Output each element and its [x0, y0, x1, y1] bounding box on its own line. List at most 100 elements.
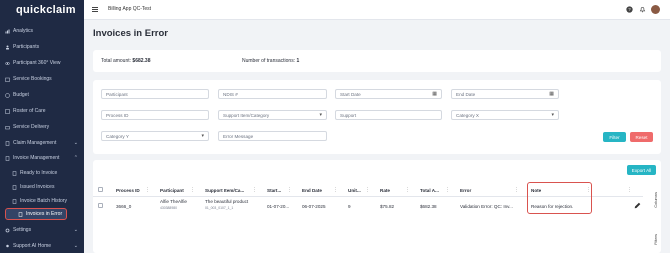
column-header-participant[interactable]: Participant — [160, 188, 184, 193]
column-menu-icon[interactable]: ⋮ — [365, 187, 370, 193]
column-menu-icon[interactable]: ⋮ — [252, 187, 257, 193]
participant-input[interactable]: Participant — [101, 89, 209, 99]
delivery-icon — [5, 125, 10, 129]
sidebar-item-invoices-in-error[interactable]: Invoices in Error — [5, 208, 67, 220]
cell-participant-number: 430388980 — [160, 206, 177, 210]
export-all-button[interactable]: Export All — [627, 165, 656, 175]
category-x-select[interactable]: Category X ▾ — [451, 110, 559, 120]
cell-total: $682.38 — [420, 204, 437, 209]
sidebar-item-budget[interactable]: Budget — [0, 89, 84, 101]
claim-icon — [5, 140, 10, 146]
sidebar-item-label: Invoices in Error — [26, 211, 63, 217]
budget-icon — [5, 92, 10, 98]
total-amount-value: $682.38 — [132, 58, 151, 64]
top-bar: Billing App QC-Test ? — [84, 0, 670, 20]
column-menu-icon[interactable]: ⋮ — [514, 187, 519, 193]
invoice-icon — [5, 155, 10, 161]
sidebar-item-label: Ready to Invoice — [20, 170, 58, 176]
support-input[interactable]: Support — [335, 110, 442, 120]
sidebar-item-participants[interactable]: Participants — [0, 41, 84, 53]
doc-icon — [12, 184, 17, 190]
column-menu-icon[interactable]: ⋮ — [287, 187, 292, 193]
doc-icon — [18, 211, 23, 217]
sidebar-item-label: Invoice Batch History — [20, 198, 67, 204]
app-title: Billing App QC-Test — [108, 6, 152, 12]
sidebar-item-label: Invoice Management — [13, 155, 60, 161]
columns-side-tab[interactable]: Columns — [653, 192, 658, 208]
avatar[interactable] — [651, 5, 660, 14]
filter-button[interactable]: Filter — [603, 132, 626, 142]
sidebar-item-service-bookings[interactable]: Service Bookings — [0, 73, 84, 85]
filters-side-tab[interactable]: Filters — [653, 234, 658, 245]
sidebar-item-analytics[interactable]: Analytics — [0, 25, 84, 37]
bell-icon[interactable] — [639, 6, 646, 13]
sidebar-item-label: Participants — [13, 44, 40, 50]
analytics-icon — [5, 29, 10, 33]
support-icon — [6, 244, 9, 247]
summary-panel: Total amount: $682.38 Number of transact… — [93, 50, 661, 72]
process-id-input[interactable]: Process ID — [101, 110, 209, 120]
column-header-start[interactable]: Start... — [267, 188, 281, 193]
start-date-input[interactable]: Start Date ▦ — [335, 89, 442, 99]
sidebar-item-invoice-batch-history[interactable]: Invoice Batch History — [0, 195, 84, 207]
sidebar-item-service-delivery[interactable]: Service Delivery — [0, 121, 84, 133]
dropdown-arrow-icon: ▾ — [319, 112, 322, 118]
column-header-process-id[interactable]: Process ID — [116, 188, 140, 193]
transactions-label: Number of transactions: 1 — [242, 58, 300, 64]
chevron-down-icon: ⌄ — [73, 243, 78, 249]
note-highlight — [527, 182, 592, 214]
column-header-units[interactable]: Unit... — [348, 188, 361, 193]
sidebar-item-invoice-management[interactable]: Invoice Management ⌃ — [0, 152, 84, 164]
column-header-rate[interactable]: Rate — [380, 188, 390, 193]
column-header-support-item[interactable]: Support Item/Ca... — [205, 188, 244, 193]
dropdown-arrow-icon: ▾ — [201, 133, 204, 139]
column-menu-icon[interactable]: ⋮ — [445, 187, 450, 193]
people-icon — [6, 45, 9, 49]
sidebar-item-ready-to-invoice[interactable]: Ready to Invoice — [0, 167, 84, 179]
support-item-select[interactable]: Support Item/Category ▾ — [218, 110, 327, 120]
sidebar-item-roster[interactable]: Roster of Care — [0, 105, 84, 117]
eye-icon — [5, 61, 10, 65]
cell-process-id: 3666_0 — [116, 204, 132, 209]
reset-button[interactable]: Reset — [630, 132, 653, 142]
row-checkbox[interactable] — [98, 203, 103, 208]
sidebar-item-settings[interactable]: Settings ⌄ — [0, 224, 84, 236]
sidebar-item-label: Issued Invoices — [20, 184, 55, 190]
ndis-input[interactable]: NDIS # — [218, 89, 327, 99]
column-header-total[interactable]: Total A... — [420, 188, 439, 193]
sidebar-item-issued-invoices[interactable]: Issued Invoices — [0, 181, 84, 193]
menu-icon[interactable] — [92, 7, 98, 12]
select-all-checkbox[interactable] — [98, 187, 103, 192]
sidebar-item-label: Analytics — [13, 28, 34, 34]
calendar-icon[interactable]: ▦ — [549, 91, 554, 97]
category-y-select[interactable]: Category Y ▾ — [101, 131, 209, 141]
error-message-input[interactable]: Error Message — [218, 131, 327, 141]
sidebar-item-label: Service Delivery — [13, 124, 50, 130]
sidebar-item-participant-360[interactable]: Participant 360° View — [0, 57, 84, 69]
column-menu-icon[interactable]: ⋮ — [405, 187, 410, 193]
column-menu-icon[interactable]: ⋮ — [145, 187, 150, 193]
edit-icon[interactable] — [634, 202, 641, 209]
sidebar-item-label: Roster of Care — [13, 108, 46, 114]
sidebar-item-support-ai-home[interactable]: Support AI Home ⌄ — [0, 240, 84, 252]
cell-start: 01-07-20... — [267, 204, 290, 209]
column-menu-icon[interactable]: ⋮ — [627, 187, 632, 193]
cell-support-item: The beautiful product — [205, 199, 249, 204]
doc-icon — [12, 170, 17, 176]
sidebar-item-label: Support AI Home — [13, 243, 52, 249]
column-header-error[interactable]: Error — [460, 188, 471, 193]
transactions-value: 1 — [296, 58, 300, 64]
cell-rate: $75.82 — [380, 204, 395, 209]
calendar-icon[interactable]: ▦ — [432, 91, 437, 97]
sidebar-item-claim-management[interactable]: Claim Management ⌄ — [0, 137, 84, 149]
app-logo: quickclaim — [16, 4, 76, 16]
booking-icon — [5, 77, 10, 82]
help-icon[interactable]: ? — [626, 6, 633, 13]
column-menu-icon[interactable]: ⋮ — [333, 187, 338, 193]
column-menu-icon[interactable]: ⋮ — [190, 187, 195, 193]
chevron-up-icon: ⌃ — [73, 155, 78, 161]
invoices-grid: Export All Process ID ⋮ Participant ⋮ Su… — [93, 160, 661, 253]
end-date-input[interactable]: End Date ▦ — [451, 89, 559, 99]
sidebar: quickclaim Analytics Participants Partic… — [0, 0, 84, 253]
column-header-end-date[interactable]: End Date — [302, 188, 322, 193]
